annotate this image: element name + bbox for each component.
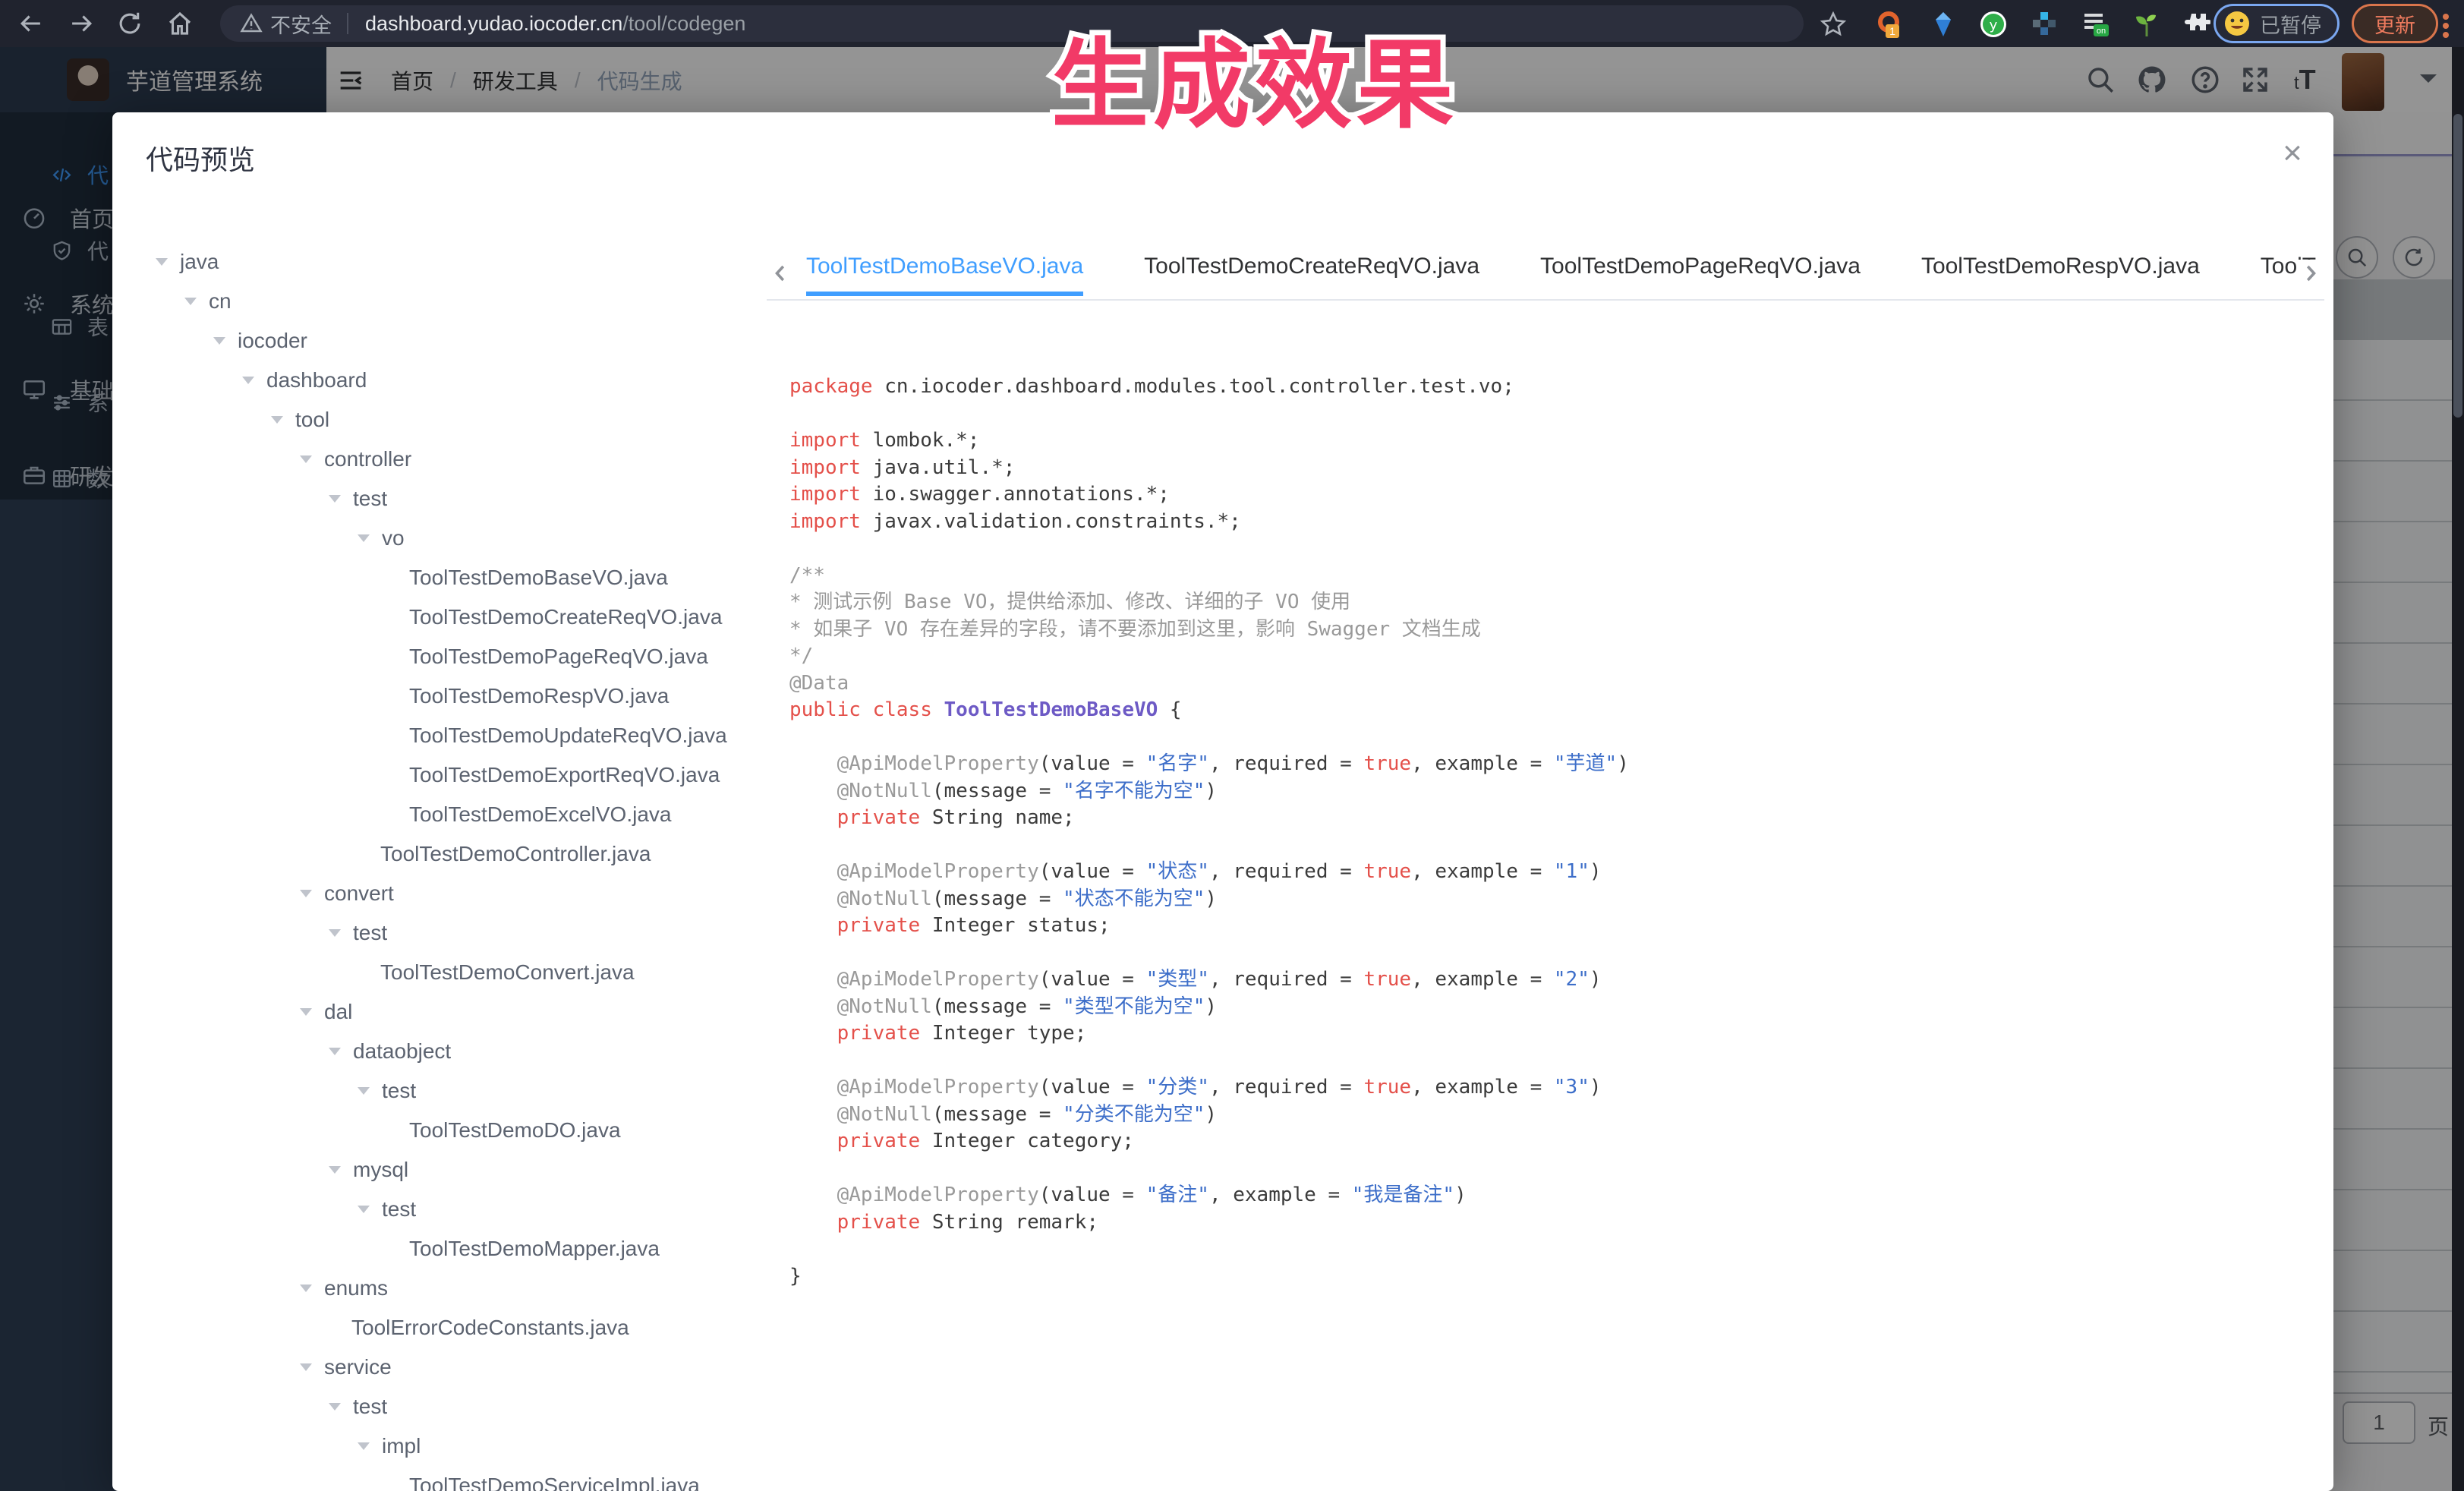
caret-down-icon[interactable] (358, 534, 370, 548)
tree-folder[interactable]: dashboard (242, 364, 367, 397)
browser-forward-icon[interactable] (67, 9, 96, 38)
screen: 芋道管理系统 首页 / 研发工具 / 代码生成 tT (0, 0, 2464, 1491)
tree-folder[interactable]: service (300, 1351, 392, 1384)
code-viewer: package cn.iocoder.dashboard.modules.too… (789, 374, 1629, 1290)
browser-back-icon[interactable] (17, 9, 46, 38)
caret-down-icon[interactable] (300, 1008, 312, 1022)
tree-folder[interactable]: tool (271, 403, 329, 437)
tab-0[interactable]: ToolTestDemoBaseVO.java (806, 246, 1114, 299)
caret-down-icon[interactable] (329, 495, 341, 509)
tree-folder[interactable]: impl (358, 1430, 421, 1463)
caret-down-icon[interactable] (358, 1442, 370, 1456)
tree-folder[interactable]: test (358, 1074, 416, 1108)
tab-list: ToolTestDemoBaseVO.javaToolTestDemoCreat… (806, 246, 2324, 299)
tab-1[interactable]: ToolTestDemoCreateReqVO.java (1114, 246, 1510, 299)
tree-folder[interactable]: test (358, 1193, 416, 1226)
browser-reload-icon[interactable] (115, 9, 144, 38)
code-preview-modal: 代码预览 × java cn iocoder dashboard tool control… (112, 112, 2333, 1491)
tree-file[interactable]: ToolErrorCodeConstants.java (351, 1311, 629, 1344)
update-label: 更新 (2374, 9, 2415, 39)
svg-text:1: 1 (1889, 25, 1895, 37)
tree-folder[interactable]: enums (300, 1272, 388, 1305)
scrollbar (2452, 47, 2464, 1491)
extension-icon-tampermonkey[interactable]: on (2080, 9, 2110, 39)
security-label: 不安全 (270, 9, 332, 39)
browser-home-icon[interactable] (165, 9, 194, 38)
scrollbar-thumb[interactable] (2453, 114, 2462, 418)
tree-folder[interactable]: controller (300, 443, 411, 476)
warning-icon (240, 12, 263, 35)
profile-chip-paused[interactable]: 已暂停 (2214, 4, 2340, 43)
bookmark-star-icon[interactable] (1819, 10, 1848, 39)
tree-file[interactable]: ToolTestDemoController.java (380, 837, 651, 871)
caret-down-icon[interactable] (300, 890, 312, 903)
tree-folder[interactable]: vo (358, 522, 405, 555)
caret-down-icon[interactable] (329, 1048, 341, 1061)
tree-folder[interactable]: convert (300, 877, 394, 910)
caret-down-icon[interactable] (329, 1403, 341, 1417)
url-divider (347, 13, 348, 34)
tree-folder[interactable]: mysql (329, 1153, 408, 1187)
extensions-puzzle-icon[interactable] (2180, 9, 2210, 39)
tree-file[interactable]: ToolTestDemoPageReqVO.java (409, 640, 708, 673)
svg-text:y: y (1990, 17, 1998, 33)
url-host: dashboard.yudao.iocoder.cn (365, 12, 622, 36)
file-tabs: ToolTestDemoBaseVO.javaToolTestDemoCreat… (767, 246, 2324, 301)
caret-down-icon[interactable] (213, 337, 225, 351)
address-bar[interactable]: 不安全 dashboard.yudao.iocoder.cn/tool/code… (220, 5, 1804, 42)
caret-down-icon[interactable] (242, 377, 254, 390)
extension-icon-sprout[interactable] (2132, 9, 2162, 39)
tree-folder[interactable]: dal (300, 995, 352, 1029)
tree-file[interactable]: ToolTestDemoCreateReqVO.java (409, 600, 722, 634)
url-path: /tool/codegen (622, 12, 745, 36)
caret-down-icon[interactable] (156, 258, 168, 272)
tree-folder[interactable]: dataobject (329, 1035, 451, 1068)
tree-folder[interactable]: java (156, 245, 219, 279)
tree-file[interactable]: ToolTestDemoRespVO.java (409, 679, 669, 713)
tree-file[interactable]: ToolTestDemoMapper.java (409, 1232, 660, 1266)
browser-toolbar: 不安全 dashboard.yudao.iocoder.cn/tool/code… (0, 0, 2464, 47)
paused-label: 已暂停 (2260, 9, 2321, 39)
tabs-scroll-left-icon[interactable] (767, 260, 794, 287)
caret-down-icon[interactable] (300, 455, 312, 469)
extension-icon-pixel-diamond[interactable] (2028, 9, 2059, 39)
tree-folder[interactable]: cn (184, 285, 232, 318)
extension-icon-green-circle[interactable]: y (1978, 9, 2009, 39)
tab-3[interactable]: ToolTestDemoRespVO.java (1891, 246, 2230, 299)
svg-text:on: on (2097, 27, 2106, 36)
caret-down-icon[interactable] (184, 298, 197, 311)
modal-title: 代码预览 (146, 138, 255, 178)
tree-file[interactable]: ToolTestDemoConvert.java (380, 956, 635, 989)
tree-file[interactable]: ToolTestDemoUpdateReqVO.java (409, 719, 727, 752)
tabs-scroll-right-icon[interactable] (2297, 260, 2324, 287)
tree-folder[interactable]: iocoder (213, 324, 307, 358)
tree-folder[interactable]: test (329, 1390, 387, 1423)
browser-update-button[interactable]: 更新 (2352, 4, 2438, 43)
tree-file[interactable]: ToolTestDemoExportReqVO.java (409, 758, 720, 792)
caret-down-icon[interactable] (358, 1087, 370, 1101)
tree-folder[interactable]: test (329, 916, 387, 950)
tab-2[interactable]: ToolTestDemoPageReqVO.java (1510, 246, 1891, 299)
tree-file[interactable]: ToolTestDemoBaseVO.java (409, 561, 668, 594)
caret-down-icon[interactable] (329, 929, 341, 943)
caret-down-icon[interactable] (358, 1206, 370, 1219)
extension-icon-orange-ring[interactable]: 1 (1873, 9, 1904, 39)
security-warning[interactable]: 不安全 (240, 9, 332, 39)
profile-emoji-icon (2223, 10, 2251, 37)
tree-file[interactable]: ToolTestDemoDO.java (409, 1114, 621, 1147)
extension-icon-blue-gem[interactable] (1928, 9, 1958, 39)
tree-folder[interactable]: test (329, 482, 387, 515)
tree-file[interactable]: ToolTestDemoExcelVO.java (409, 798, 671, 831)
caret-down-icon[interactable] (329, 1166, 341, 1180)
close-icon[interactable]: × (2274, 135, 2311, 172)
browser-menu-icon[interactable] (2443, 11, 2452, 41)
caret-down-icon[interactable] (300, 1363, 312, 1377)
caret-down-icon[interactable] (300, 1285, 312, 1298)
tree-file[interactable]: ToolTestDemoServiceImpl.java (409, 1469, 700, 1491)
caret-down-icon[interactable] (271, 416, 283, 430)
